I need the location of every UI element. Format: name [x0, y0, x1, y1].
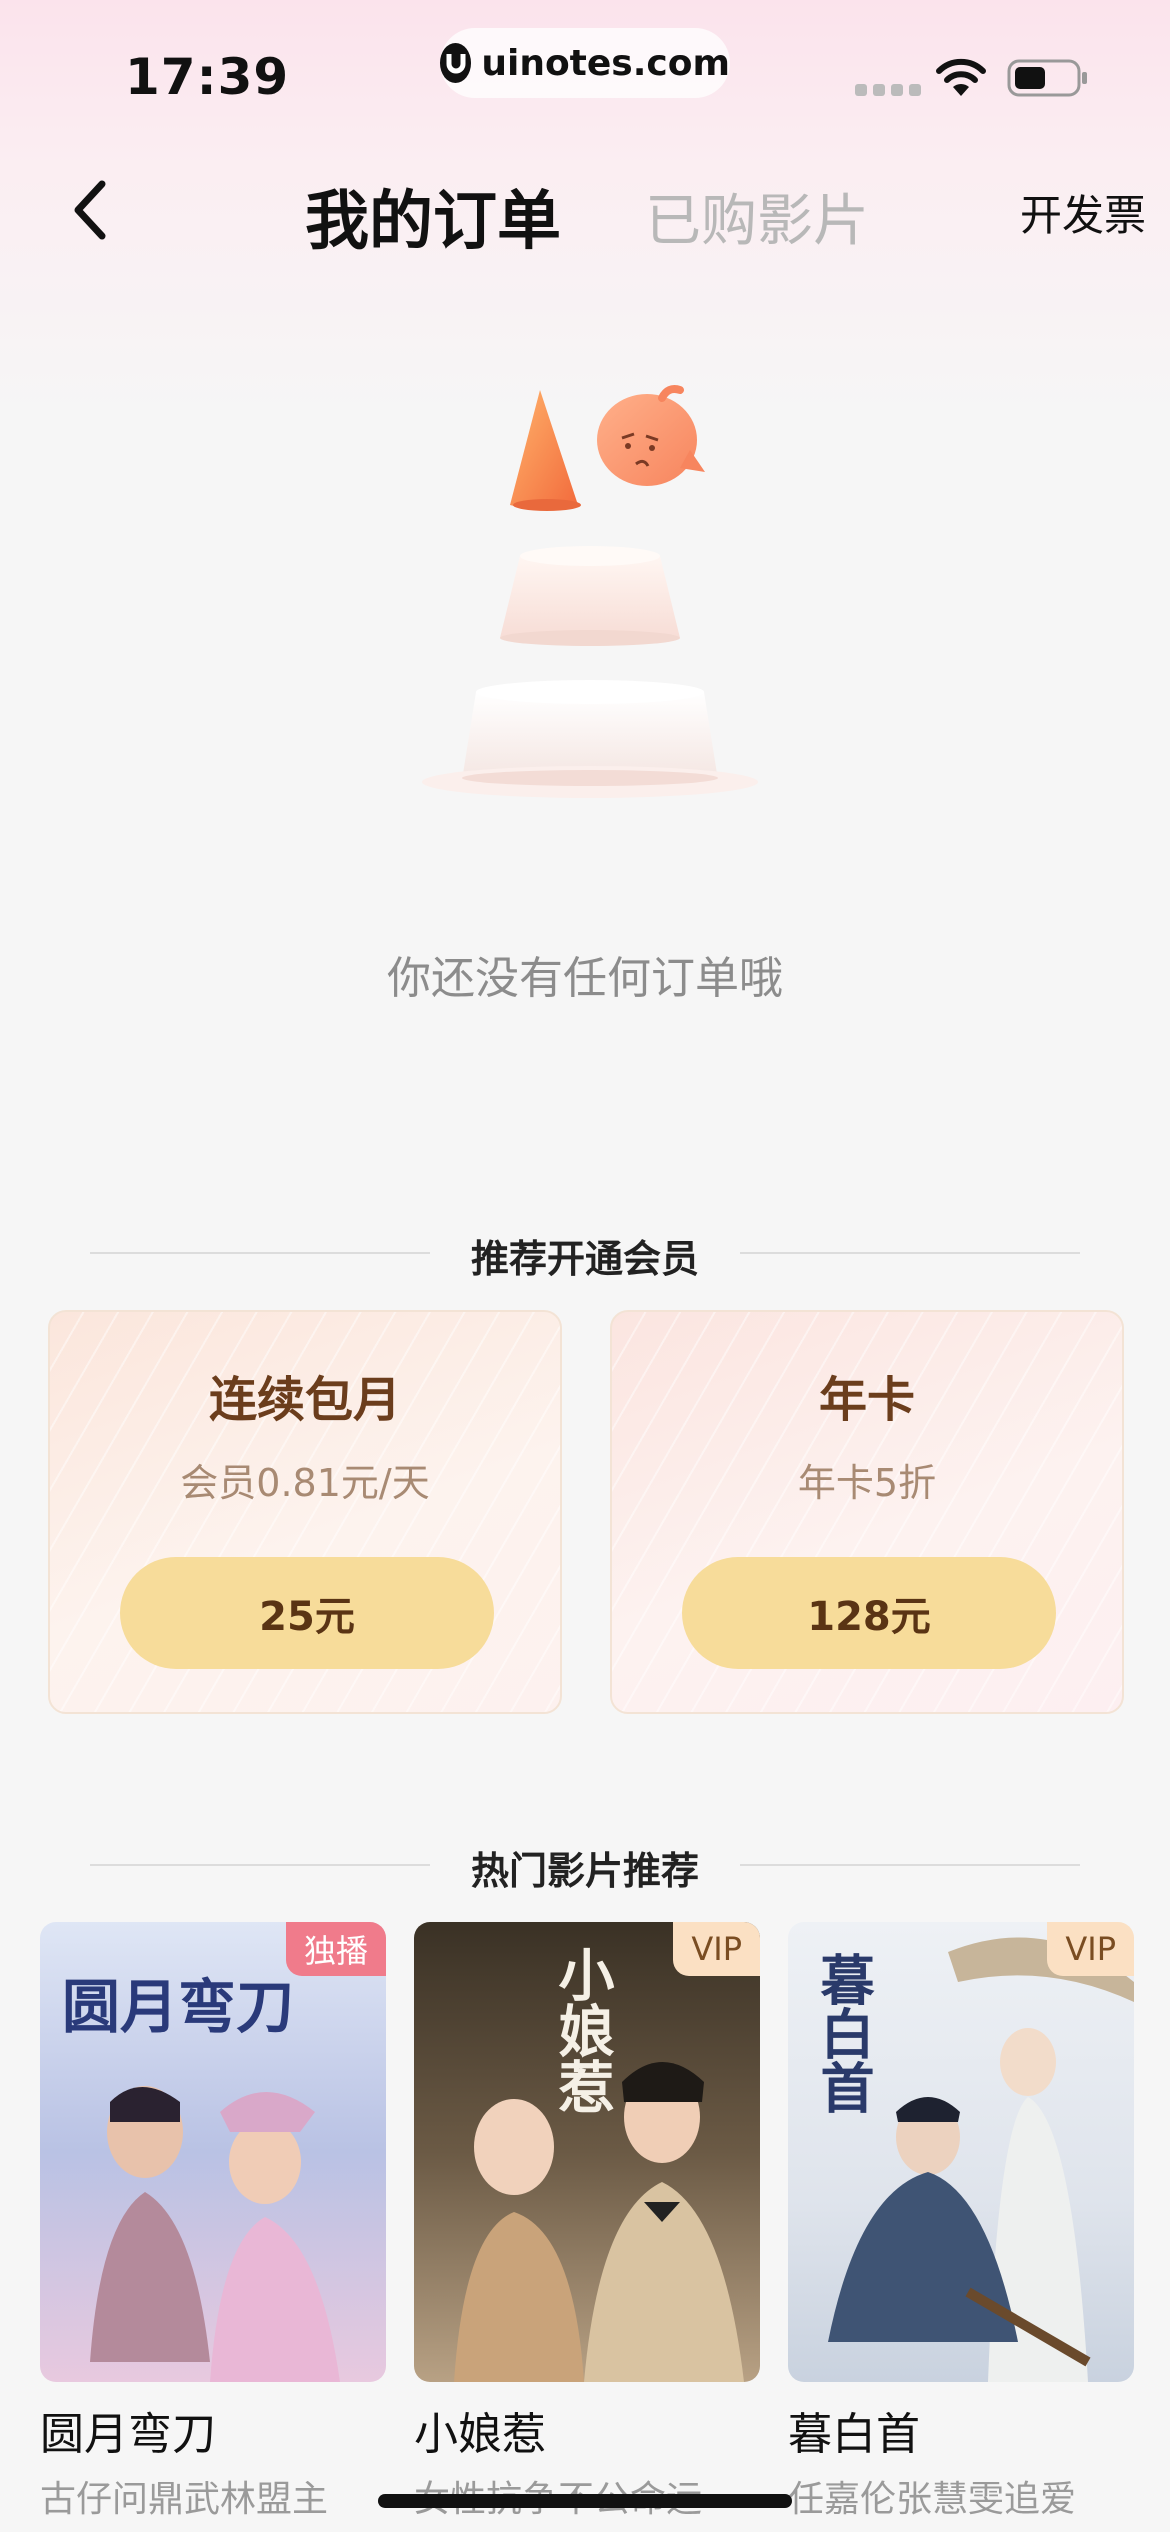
status-bar: 17:39 uinotes.com [0, 0, 1170, 150]
movie-title: 圆月弯刀 [40, 2409, 216, 2460]
invoice-button[interactable]: 开发票 [1020, 182, 1146, 243]
movie-card-3[interactable]: 暮白首 VIP 暮白首 任嘉伦张慧雯追爱 [788, 1922, 1134, 2522]
movies-section-title: 热门影片推荐 [470, 1849, 699, 1893]
movie-title: 暮白首 [788, 2409, 920, 2460]
poster-title-text: 小娘惹 [549, 1946, 615, 2114]
chevron-left-icon [74, 180, 106, 240]
cellular-signal-icon [855, 84, 921, 96]
membership-card-title: 连续包月 [208, 1372, 401, 1428]
movie-title: 小娘惹 [414, 2409, 546, 2460]
status-time: 17:39 [125, 48, 290, 106]
membership-card-title: 年卡 [818, 1372, 915, 1428]
wifi-icon [936, 58, 986, 96]
tab-purchased-movies[interactable]: 已购影片 [645, 176, 869, 257]
membership-section-header: 推荐开通会员 [0, 1222, 1170, 1282]
movie-card-2[interactable]: 小娘惹 VIP 小娘惹 女性抗争不公命运 [414, 1922, 760, 2522]
movie-poster[interactable]: 圆月弯刀 独播 [40, 1922, 386, 2382]
movie-poster[interactable]: 小娘惹 VIP [414, 1922, 760, 2382]
vip-badge: VIP [673, 1922, 760, 1976]
exclusive-badge: 独播 [285, 1922, 386, 1976]
empty-orders-message: 你还没有任何订单哦 [387, 953, 783, 1004]
membership-card-subtitle: 年卡5折 [797, 1461, 937, 1505]
movie-description: 任嘉伦张慧雯追爱 [788, 2479, 1077, 2520]
movie-description: 古仔问鼎武林盟主 [40, 2479, 329, 2520]
home-indicator[interactable] [378, 2494, 792, 2508]
price-button-monthly[interactable]: 25元 [120, 1557, 494, 1669]
vip-badge: VIP [1047, 1922, 1134, 1976]
price-button-annual[interactable]: 128元 [682, 1557, 1056, 1669]
divider-line [740, 1864, 1080, 1866]
poster-title-text: 圆月弯刀 [62, 1973, 295, 2041]
tab-my-orders[interactable]: 我的订单 [305, 170, 561, 262]
membership-card-monthly[interactable]: 连续包月 会员0.81元/天 25元 [48, 1310, 562, 1714]
membership-section-title: 推荐开通会员 [470, 1237, 699, 1281]
battery-icon [1007, 59, 1087, 97]
membership-card-annual[interactable]: 年卡 年卡5折 128元 [610, 1310, 1124, 1714]
membership-card-subtitle: 会员0.81元/天 [180, 1461, 430, 1505]
movies-section-header: 热门影片推荐 [0, 1834, 1170, 1894]
divider-line [740, 1252, 1080, 1254]
poster-title-text: 暮白首 [811, 1952, 875, 2114]
url-text: uinotes.com [481, 42, 730, 84]
site-logo-icon [440, 43, 472, 83]
back-button[interactable] [55, 170, 125, 250]
movie-poster[interactable]: 暮白首 VIP [788, 1922, 1134, 2382]
nav-bar: 我的订单 已购影片 开发票 [0, 150, 1170, 270]
empty-orders-illustration [422, 385, 758, 798]
movie-card-1[interactable]: 圆月弯刀 独播 圆月弯刀 古仔问鼎武林盟主 [40, 1922, 386, 2522]
url-pill: uinotes.com [440, 28, 730, 98]
